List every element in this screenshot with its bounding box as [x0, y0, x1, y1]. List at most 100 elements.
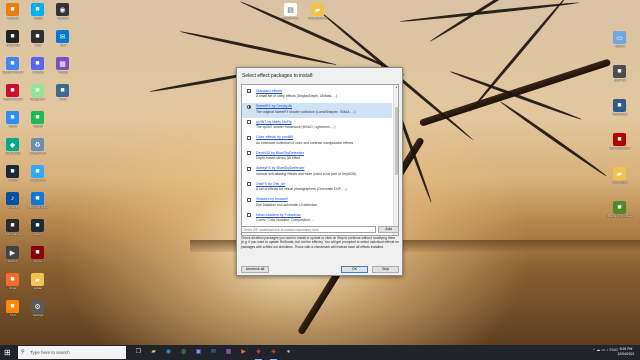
effect-package-item[interactable]: OtisFX by Otis_Inf A set of effects for v… — [242, 180, 392, 196]
package-checkbox[interactable] — [247, 151, 251, 155]
desktop-icon-label: Plants vs Zombies — [607, 215, 633, 218]
desktop-icon[interactable]: ■ OptiFine — [608, 64, 632, 90]
scroll-thumb[interactable] — [395, 107, 398, 175]
desktop-icon[interactable]: ♻ Recycle Bin — [26, 137, 50, 163]
desktop-icon[interactable]: ■ Plants vs Zombies — [608, 200, 632, 226]
desktop-icon[interactable]: ▦ Photos — [51, 56, 75, 82]
shield-icon: ◆ — [6, 138, 19, 151]
desktop-icon[interactable]: ♪ Audacity — [1, 191, 25, 217]
package-checkbox[interactable] — [247, 166, 251, 171]
desktop-icon[interactable]: ■ Google Chrome — [1, 56, 25, 82]
desktop-icon[interactable]: ■ OBS — [26, 29, 50, 55]
desktop-icon[interactable]: ■ Discord — [26, 56, 50, 82]
edge-icon[interactable]: ◉ — [163, 347, 174, 358]
desktop-icon-label: Camera — [57, 17, 69, 20]
package-name-link[interactable]: Shaders by brussell — [256, 197, 288, 201]
chrome-icon[interactable]: ◍ — [178, 347, 189, 358]
windows-logo-icon[interactable]: ⊞ — [4, 348, 13, 357]
desktop-icon[interactable]: ⚙ Settings — [26, 299, 50, 325]
desktop-icon-label: Adobe Pho... — [282, 17, 300, 20]
package-name-link[interactable]: Depth3D by BlueSkyDefender — [256, 151, 304, 155]
package-partial-checkbox[interactable] — [247, 104, 251, 109]
ok-button[interactable]: OK — [341, 266, 368, 273]
effect-package-item[interactable]: SweetFX by Ceejay.dk The original SweetFX… — [242, 102, 392, 118]
taskbar-clock[interactable]: 8:25 PM 12/04/2021 — [617, 347, 635, 357]
desktop-icon[interactable]: ■ VLC — [1, 299, 25, 325]
reshade-icon[interactable]: ◈ — [268, 347, 279, 360]
list-scrollbar[interactable]: ▲ ▼ — [393, 85, 398, 235]
package-name-link[interactable]: qUINT by Marty McFly — [256, 120, 292, 124]
package-name-link[interactable]: Standard effects — [256, 89, 282, 93]
custom-repository-url-input[interactable] — [241, 226, 376, 233]
desktop-icon[interactable]: ▤ Adobe Pho... — [279, 2, 303, 28]
desktop-icon[interactable]: ■ Microsoft Edge — [26, 191, 50, 217]
package-description: Eye Adaption and automatic UI detection — [256, 202, 318, 207]
add-repository-button[interactable]: Add — [378, 226, 399, 233]
package-checkbox[interactable] — [247, 120, 251, 124]
desktop-icon[interactable]: ■ Adobe Reader — [1, 83, 25, 109]
desktop-icon[interactable]: ▭ This PC — [608, 30, 632, 56]
package-checkbox[interactable] — [247, 182, 251, 186]
desktop-icon[interactable]: ■ Game — [26, 245, 50, 271]
effect-package-item[interactable]: ✓ Standard effects A small set of utility … — [242, 87, 392, 103]
effect-package-list[interactable]: ✓ Standard effects A small set of utility … — [241, 84, 399, 236]
unity-icon: ■ — [6, 30, 19, 43]
package-name-link[interactable]: Color effects by prod80 — [256, 135, 293, 139]
package-name-link[interactable]: SweetFX by Ceejay.dk — [256, 104, 292, 108]
desktop-icon[interactable]: ■ Notepad++ — [26, 83, 50, 109]
desktop-icon[interactable]: ■ Blender — [1, 2, 25, 28]
desktop-icon[interactable]: ■ Origin — [1, 272, 25, 298]
desktop-icon[interactable]: ▶ Davinci — [1, 245, 25, 271]
steam-icon[interactable]: ● — [283, 347, 294, 358]
file-explorer-icon[interactable]: ▰ — [148, 347, 159, 358]
desktop-icon[interactable]: ◆ Kaspersky — [1, 137, 25, 163]
effect-package-item[interactable]: Depth3D by BlueSkyDefender Depth-based st… — [242, 149, 392, 165]
photo-icon: ▦ — [56, 57, 69, 70]
desktop-icon[interactable]: ■ WinDirStat — [608, 98, 632, 124]
effect-package-item[interactable]: fubax-shaders by Fubaxiusz Comic, Color I… — [242, 211, 392, 227]
package-checkbox[interactable] — [247, 213, 251, 217]
folder-icon: ▰ — [613, 167, 626, 180]
package-description: An extensive collection of color and con… — [256, 140, 354, 145]
desktop-icon[interactable]: ▰ Folder — [26, 272, 50, 298]
desktop-icon[interactable]: ▰ New folder — [608, 166, 632, 192]
effect-package-item[interactable]: Shaders by brussell Eye Adaption and auto… — [242, 196, 392, 212]
package-name-link[interactable]: OtisFX by Otis_Inf — [256, 182, 285, 186]
desktop-icon[interactable]: ■ Spotify — [26, 110, 50, 136]
taskbar-search-box[interactable]: Type here to search — [18, 346, 126, 359]
desktop-icon[interactable]: ■ Steam — [1, 164, 25, 190]
desktop-icon[interactable]: ■ Zoom — [1, 110, 25, 136]
package-checkbox[interactable]: ✓ — [247, 89, 251, 94]
package-name-link[interactable]: AstrayFX by BlueSkyDefender — [256, 166, 305, 170]
scroll-up-icon[interactable]: ▲ — [394, 85, 398, 90]
photos-icon[interactable]: ▦ — [223, 347, 234, 358]
desktop-icon[interactable]: ■ MSI Afterburner — [608, 132, 632, 158]
uncheck-all-button[interactable]: Uncheck all — [241, 266, 269, 273]
system-tray[interactable]: ^ ☁ ▭ ♪ ENG — [593, 347, 618, 352]
origin-icon: ■ — [6, 273, 19, 286]
desktop-icon[interactable]: ▰ New folder (2) — [306, 2, 330, 28]
desktop-icon[interactable]: ■ Steam — [26, 218, 50, 244]
media-icon[interactable]: ▶ — [238, 347, 249, 358]
desktop-icon[interactable]: ■ Tools — [51, 83, 75, 109]
package-checkbox[interactable] — [247, 197, 251, 202]
effect-package-item[interactable]: Color effects by prod80 An extensive coll… — [242, 134, 392, 150]
desktop-icon[interactable]: ■ Epic Games — [1, 218, 25, 244]
obs-icon: ■ — [31, 30, 44, 43]
skip-button[interactable]: Skip — [372, 266, 399, 273]
mail-icon[interactable]: ✉ — [208, 347, 219, 358]
desktop-icon[interactable]: ■ Photoshop — [26, 164, 50, 190]
game-icon[interactable]: ◆ — [253, 347, 264, 360]
package-name-link[interactable]: fubax-shaders by Fubaxiusz — [256, 213, 301, 217]
store-icon[interactable]: ▣ — [193, 347, 204, 358]
effect-package-item[interactable]: qUINT by Marty McFly The qUINT shader fra… — [242, 118, 392, 134]
desktop-icon[interactable]: ◉ Camera — [51, 2, 75, 28]
desktop-icon[interactable]: ■ Skype — [26, 2, 50, 28]
effect-package-item[interactable]: AstrayFX by BlueSkyDefender Various anti-… — [242, 165, 392, 181]
reshade-effect-packages-dialog: Select effect packages to install: ✓ Stan… — [236, 67, 403, 276]
task-view-icon[interactable]: ❐ — [133, 347, 144, 358]
package-checkbox[interactable] — [247, 135, 251, 140]
desktop-icon[interactable]: ■ Unity Hub — [1, 29, 25, 55]
desktop-icon-label: Settings — [32, 314, 44, 317]
desktop-icon[interactable]: ✉ Mail — [51, 29, 75, 55]
